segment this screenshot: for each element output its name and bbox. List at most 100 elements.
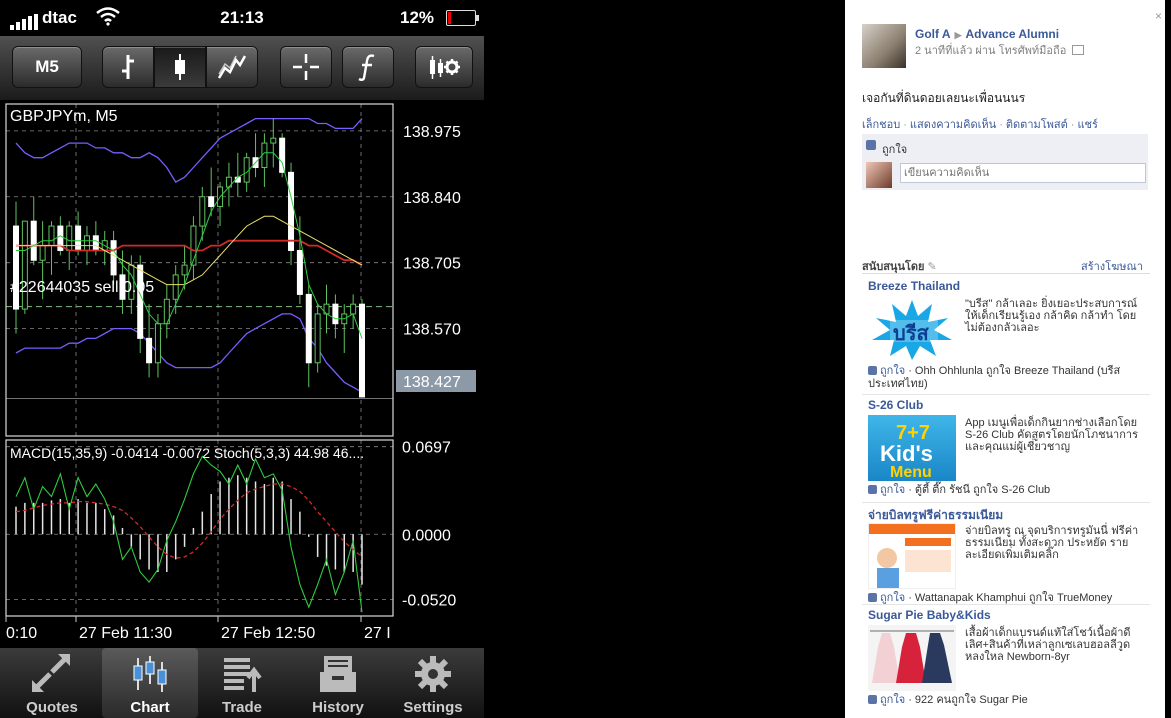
tab-settings[interactable]: Settings	[385, 648, 481, 718]
ad-description: App เมนูเพื่อเด็กกินยากช่างเลือกโดย S-26…	[965, 417, 1138, 453]
macd-panel-frame	[5, 439, 394, 617]
tab-history[interactable]: History	[290, 648, 386, 718]
ad-title[interactable]: S-26 Club	[868, 398, 923, 412]
symbol-label: GBPJPYm, M5	[10, 108, 118, 125]
candle-body	[296, 249, 303, 295]
sugarpie-ad-image[interactable]	[868, 625, 956, 691]
indicators-button[interactable]	[342, 46, 394, 88]
thumbs-up-icon	[868, 485, 877, 494]
settings-gear-icon	[415, 656, 451, 692]
time-tick-label: 27 Feb 12:50	[221, 625, 315, 642]
candle-body	[288, 171, 295, 251]
battery-icon	[446, 10, 479, 26]
price-chart[interactable]: GBPJPYm, M5 #22644035 sell 0.05 MACD(15,…	[0, 100, 484, 648]
candlestick-button[interactable]	[154, 46, 206, 88]
macd-tick-label: 0.0000	[402, 527, 451, 544]
tab-quotes-label: Quotes	[26, 699, 78, 716]
ad-social-text: · ตู้ตี้ ตี๊ก รัชนี ถูกใจ S-26 Club	[905, 484, 1051, 496]
ad-social: ถูกใจ · ตู้ตี้ ตี๊ก รัชนี ถูกใจ S-26 Clu…	[868, 484, 1150, 497]
follow-link[interactable]: ติดตามโพสต์	[1006, 119, 1068, 131]
tab-trade[interactable]: Trade	[194, 648, 290, 718]
like-link[interactable]: เล็กชอบ	[862, 119, 900, 131]
macd-signal-line	[15, 483, 363, 559]
tab-chart-label: Chart	[130, 699, 170, 716]
timeframe-button[interactable]: M5	[12, 46, 82, 88]
crosshair-button[interactable]	[280, 46, 332, 88]
tab-history-label: History	[312, 699, 364, 716]
candle-body	[30, 220, 37, 261]
likes-text[interactable]: ถูกใจ	[882, 140, 907, 158]
author-avatar[interactable]	[862, 24, 906, 68]
truemoney-graphic	[869, 524, 955, 588]
post-author-line: Golf A ▶ Advance Alumni	[915, 27, 1059, 41]
post-meta-text: 2 นาทีที่แล้ว ผ่าน โทรศัพท์มือถือ	[915, 45, 1067, 57]
truemoney-ad-image[interactable]	[868, 523, 956, 589]
share-link[interactable]: แชร์	[1077, 119, 1097, 131]
thumbs-up-icon	[868, 593, 877, 602]
tab-trade-label: Trade	[221, 699, 263, 716]
price-tick-label: 138.975	[403, 124, 461, 141]
candle-body	[154, 323, 161, 364]
thumbs-up-icon	[868, 695, 877, 704]
price-tick-label: 138.705	[403, 256, 461, 273]
comment-link[interactable]: แสดงความคิดเห็น	[910, 119, 996, 131]
ad-like-link[interactable]: ถูกใจ	[880, 365, 905, 377]
crosshair-icon	[293, 54, 319, 80]
likes-row: ถูกใจ	[862, 134, 1148, 158]
macd-tick-label: -0.0520	[402, 593, 456, 610]
kids-dresses-graphic	[870, 630, 954, 683]
price-tick-label: 138.840	[403, 190, 461, 207]
divider	[862, 273, 1150, 274]
quotes-arrows-icon	[32, 654, 70, 692]
chart-area[interactable]: GBPJPYm, M5 #22644035 sell 0.05 MACD(15,…	[0, 100, 484, 648]
tab-quotes[interactable]: Quotes	[4, 648, 100, 718]
candle-body	[110, 240, 117, 276]
thumbs-up-icon	[866, 140, 876, 150]
indicator-label: MACD(15,35,9) -0.0414 -0.0072 Stoch(5,3,…	[10, 445, 364, 461]
ad-like-link[interactable]: ถูกใจ	[880, 484, 905, 496]
time-tick-label: 0:10	[6, 625, 37, 642]
close-icon[interactable]: ×	[1155, 9, 1162, 23]
author-link[interactable]: Golf A	[915, 27, 951, 41]
mobile-icon	[1072, 45, 1085, 55]
mt4-phone-app: dtac 21:13 12% M5 GBPJPYm, M5 #22644035 …	[0, 0, 484, 718]
candle-body	[48, 225, 55, 247]
candlestick-icon	[175, 54, 185, 80]
ad-social-text: · 922 คนถูกใจ Sugar Pie	[905, 694, 1028, 706]
candle-body	[359, 303, 365, 398]
current-price-label: 138.427	[403, 374, 461, 391]
ios-status-bar: dtac 21:13 12%	[0, 0, 484, 36]
candle-body	[199, 196, 206, 227]
ad-like-link[interactable]: ถูกใจ	[880, 694, 905, 706]
breeze-splash-icon: บรีส	[872, 300, 952, 360]
line-chart-button[interactable]	[206, 46, 258, 88]
ad-social-text: · Wattanapak Khamphui ถูกใจ TrueMoney	[905, 592, 1113, 604]
post-actions: เล็กชอบ · แสดงความคิดเห็น · ติดตามโพสต์ · แชร์	[862, 119, 1098, 131]
breeze-ad-image[interactable]: บรีส	[868, 296, 956, 362]
battery-percent: 12%	[400, 8, 435, 27]
ad-like-link[interactable]: ถูกใจ	[880, 592, 905, 604]
s26-ad-image[interactable]: 7+7 Kid's Menu	[868, 415, 956, 481]
commenter-avatar	[866, 162, 892, 188]
line-chart-icon	[217, 55, 247, 79]
timeframe-label: M5	[35, 57, 59, 76]
candle-body	[305, 293, 312, 364]
candle-body	[137, 264, 144, 339]
candle-body	[92, 235, 99, 251]
chart-toolbar: M5	[0, 36, 484, 101]
bar-chart-icon	[122, 55, 134, 79]
bottom-tab-bar: Quotes Chart Trade History Settings	[0, 648, 484, 718]
tab-chart[interactable]: Chart	[102, 648, 198, 718]
chart-settings-button[interactable]	[415, 46, 473, 88]
post-text: เจอกันที่ดินดอยเลยนะเพื่อนนนร	[862, 91, 1026, 105]
chart-gear-icon	[430, 56, 460, 79]
group-link[interactable]: Advance Alumni	[965, 27, 1059, 41]
candle-body	[13, 225, 19, 310]
ad-title[interactable]: Sugar Pie Baby&Kids	[868, 608, 991, 622]
ad-title[interactable]: Breeze Thailand	[868, 279, 960, 293]
ad-description: จ่ายบิลทรู ณ จุดบริการทรูมันนี่ ฟรีค่าธร…	[965, 525, 1139, 561]
candle-body	[350, 303, 357, 315]
s26-sub-text: Menu	[890, 464, 932, 481]
comment-input[interactable]	[900, 163, 1146, 183]
bar-chart-button[interactable]	[102, 46, 154, 88]
